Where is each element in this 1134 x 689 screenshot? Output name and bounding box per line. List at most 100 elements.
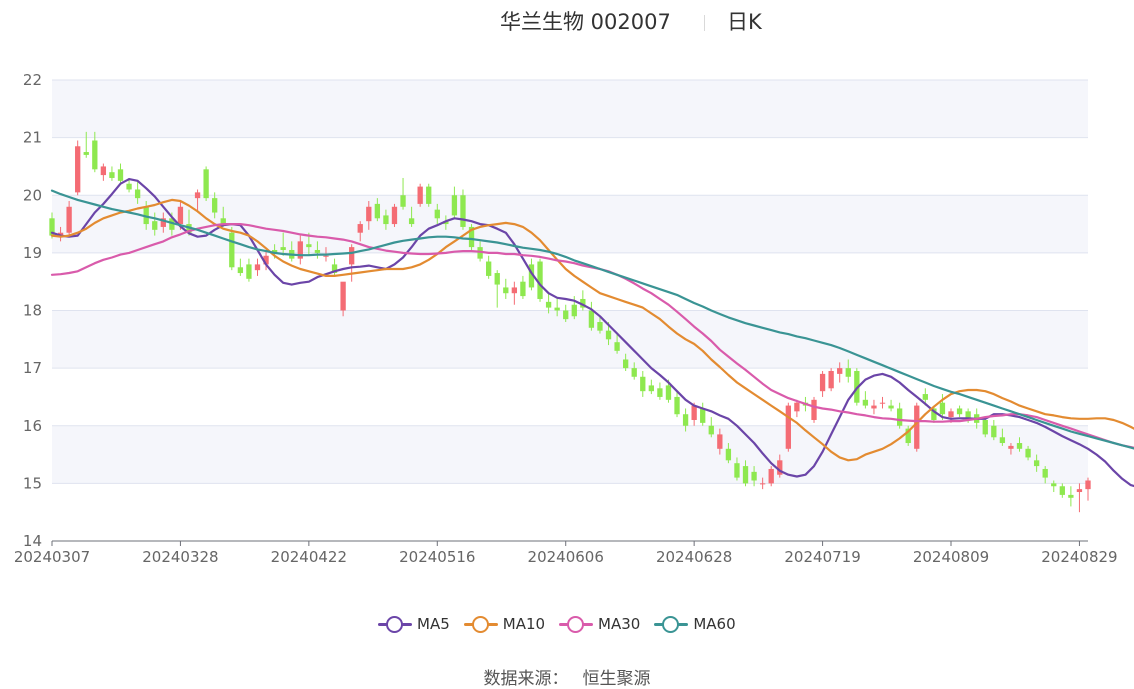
candle-down xyxy=(468,224,475,250)
candle-body xyxy=(545,301,552,308)
candle-body xyxy=(537,261,543,299)
candle-body xyxy=(948,411,954,418)
candle-body xyxy=(991,425,997,438)
candle-up xyxy=(100,163,107,181)
x-tick-label: 20240829 xyxy=(1041,548,1117,566)
candle-body xyxy=(648,385,654,392)
candle-body xyxy=(682,414,689,426)
candle-down xyxy=(520,275,526,299)
chart-legend: MA5 MA10 MA30 MA60 xyxy=(378,612,750,636)
legend-label: MA60 xyxy=(693,615,736,633)
candle-body xyxy=(956,408,963,415)
candle-body xyxy=(605,330,612,340)
candle-body xyxy=(640,376,646,392)
x-tick-label: 20240307 xyxy=(14,548,90,566)
candle-body xyxy=(494,273,500,285)
x-tick-label: 20240606 xyxy=(528,548,604,566)
candle-body xyxy=(700,408,706,423)
candle-body xyxy=(486,261,492,276)
candle-body xyxy=(751,471,757,481)
candle-body xyxy=(922,394,928,400)
candle-body xyxy=(408,218,415,225)
legend-swatch-icon xyxy=(559,616,594,633)
candle-down xyxy=(982,417,988,438)
candle-body xyxy=(511,287,518,294)
candle-body xyxy=(982,419,988,435)
candle-body xyxy=(768,468,774,484)
candle-body xyxy=(246,264,252,279)
candle-body xyxy=(203,169,209,199)
candle-body xyxy=(914,405,920,449)
candle-up xyxy=(75,140,81,196)
candle-body xyxy=(323,255,329,257)
candle-body xyxy=(759,483,766,485)
legend-swatch-icon xyxy=(463,616,498,633)
candle-body xyxy=(614,342,620,351)
candle-down xyxy=(700,402,706,426)
candle-down xyxy=(109,166,115,181)
candle-body xyxy=(126,183,132,190)
candle-body xyxy=(1051,483,1057,487)
candle-body xyxy=(1085,480,1091,490)
legend-item-ma60[interactable]: MA60 xyxy=(654,615,736,633)
candle-body xyxy=(879,402,886,404)
candle-body xyxy=(999,437,1006,444)
candle-down xyxy=(460,189,466,230)
candle-body xyxy=(811,399,817,420)
candle-body xyxy=(237,267,244,274)
candle-body xyxy=(725,448,732,461)
candle-body xyxy=(366,206,372,222)
candle-body xyxy=(896,408,903,426)
candle-body xyxy=(1008,445,1014,449)
x-tick-label: 20240719 xyxy=(784,548,860,566)
candle-body xyxy=(254,264,261,271)
candle-down xyxy=(588,301,595,331)
grid-band xyxy=(52,80,1088,138)
candle-body xyxy=(708,425,714,435)
candle-body xyxy=(152,221,158,230)
candle-body xyxy=(1042,468,1048,478)
candle-up xyxy=(871,399,877,415)
candle-body xyxy=(862,399,869,406)
candle-down xyxy=(580,290,586,311)
candle-down xyxy=(503,278,509,299)
candle-body xyxy=(426,186,432,204)
candle-body xyxy=(1076,489,1083,493)
y-tick-label: 22 xyxy=(23,71,42,89)
candle-down xyxy=(537,258,543,302)
legend-item-ma10[interactable]: MA10 xyxy=(463,615,545,633)
candle-body xyxy=(460,195,466,227)
candle-body xyxy=(1025,448,1031,458)
candle-body xyxy=(349,247,355,265)
y-tick-label: 21 xyxy=(23,129,42,147)
candle-down xyxy=(862,391,869,409)
candle-body xyxy=(665,385,672,400)
candle-body xyxy=(383,215,389,225)
candle-up xyxy=(1085,477,1091,501)
candle-body xyxy=(871,405,877,409)
candle-body xyxy=(134,189,141,199)
candle-body xyxy=(734,463,740,478)
candle-down xyxy=(896,402,903,429)
candle-down xyxy=(708,417,714,438)
candle-body xyxy=(520,281,526,297)
grid-band xyxy=(52,425,1088,484)
y-tick-label: 16 xyxy=(23,417,42,435)
candle-body xyxy=(100,166,107,176)
candle-body xyxy=(66,206,72,233)
candle-body xyxy=(691,405,697,420)
legend-item-ma5[interactable]: MA5 xyxy=(378,615,450,633)
candle-up xyxy=(511,281,518,305)
candle-body xyxy=(177,206,184,225)
x-tick-label: 20240422 xyxy=(271,548,347,566)
candle-up xyxy=(914,402,920,452)
candle-down xyxy=(246,258,252,282)
y-tick-label: 17 xyxy=(23,359,42,377)
candle-body xyxy=(785,405,791,449)
legend-item-ma30[interactable]: MA30 xyxy=(559,615,640,633)
candle-body xyxy=(622,359,629,369)
candle-body xyxy=(194,192,201,199)
candle-down xyxy=(657,382,663,400)
candle-down xyxy=(640,371,646,397)
candle-body xyxy=(229,232,235,268)
